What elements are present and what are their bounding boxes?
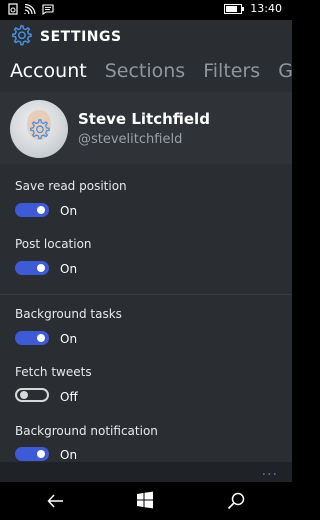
- setting-label-post-location: Post location: [15, 237, 92, 251]
- tab-gestures[interactable]: Gest: [278, 60, 292, 82]
- navigation-bar: [0, 482, 292, 520]
- setting-label-fetch-tweets: Fetch tweets: [15, 365, 92, 379]
- more-button[interactable]: ...: [262, 463, 278, 479]
- back-icon[interactable]: [46, 491, 66, 511]
- app-content: SETTINGS Account Sections Filters Gest Stev…: [0, 20, 292, 462]
- message-icon: [42, 3, 54, 15]
- windows-start-icon[interactable]: [136, 491, 156, 511]
- status-icons: [8, 3, 54, 15]
- toggle-background-notification[interactable]: [15, 447, 49, 461]
- gear-icon: [10, 24, 32, 50]
- setting-label-background-tasks: Background tasks: [15, 307, 122, 321]
- toggle-save-read-position[interactable]: [15, 203, 49, 217]
- tab-sections[interactable]: Sections: [105, 60, 186, 82]
- setting-label-background-notification: Background notification: [15, 424, 158, 438]
- setting-label-save-read-position: Save read position: [15, 179, 127, 193]
- tab-filters[interactable]: Filters: [203, 60, 260, 82]
- section-divider: [0, 294, 292, 295]
- profile-handle: @stevelitchfield: [78, 132, 183, 147]
- toggle-state-save-read-position: On: [60, 204, 78, 218]
- status-bar: 13:40: [0, 0, 292, 20]
- title-bar: SETTINGS: [10, 24, 122, 50]
- search-icon[interactable]: [226, 491, 246, 511]
- battery-icon: [224, 3, 245, 14]
- gear-icon: [28, 118, 50, 144]
- toggle-post-location[interactable]: [15, 261, 49, 275]
- avatar[interactable]: [10, 100, 68, 158]
- account-profile[interactable]: Steve Litchfield @stevelitchfield: [0, 92, 292, 164]
- status-time: 13:40: [250, 2, 282, 15]
- wifi-icon: [24, 3, 36, 15]
- pivot-tabs: Account Sections Filters Gest: [10, 60, 292, 82]
- profile-name: Steve Litchfield: [78, 110, 210, 128]
- toggle-state-background-tasks: On: [60, 332, 78, 346]
- page-title: SETTINGS: [40, 29, 122, 45]
- notification-icon: [8, 3, 18, 15]
- app-bar: ...: [0, 462, 292, 482]
- toggle-state-fetch-tweets: Off: [60, 390, 78, 404]
- toggle-state-background-notification: On: [60, 448, 78, 462]
- tab-account[interactable]: Account: [10, 60, 87, 82]
- toggle-state-post-location: On: [60, 262, 78, 276]
- toggle-background-tasks[interactable]: [15, 331, 49, 345]
- toggle-fetch-tweets[interactable]: [15, 388, 49, 402]
